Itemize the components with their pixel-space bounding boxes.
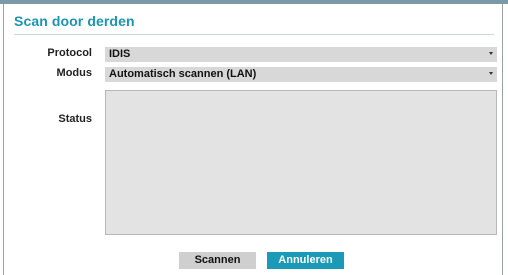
protocol-select-value: IDIS xyxy=(109,48,131,60)
scan-button[interactable]: Scannen xyxy=(179,252,256,269)
cancel-button[interactable]: Annuleren xyxy=(267,252,344,269)
modus-select[interactable]: Automatisch scannen (LAN) xyxy=(105,67,497,82)
modus-select-value: Automatisch scannen (LAN) xyxy=(109,68,257,80)
status-label: Status xyxy=(58,113,92,125)
status-output[interactable] xyxy=(105,90,497,235)
scan-dialog: Scan door derden Protocol IDIS Modus Aut… xyxy=(3,4,503,275)
chevron-down-icon xyxy=(489,72,493,75)
modus-label: Modus xyxy=(56,67,92,79)
chevron-down-icon xyxy=(489,52,493,55)
title-divider xyxy=(14,34,494,35)
protocol-label: Protocol xyxy=(47,47,92,59)
protocol-select[interactable]: IDIS xyxy=(105,47,497,62)
dialog-title: Scan door derden xyxy=(14,13,135,29)
